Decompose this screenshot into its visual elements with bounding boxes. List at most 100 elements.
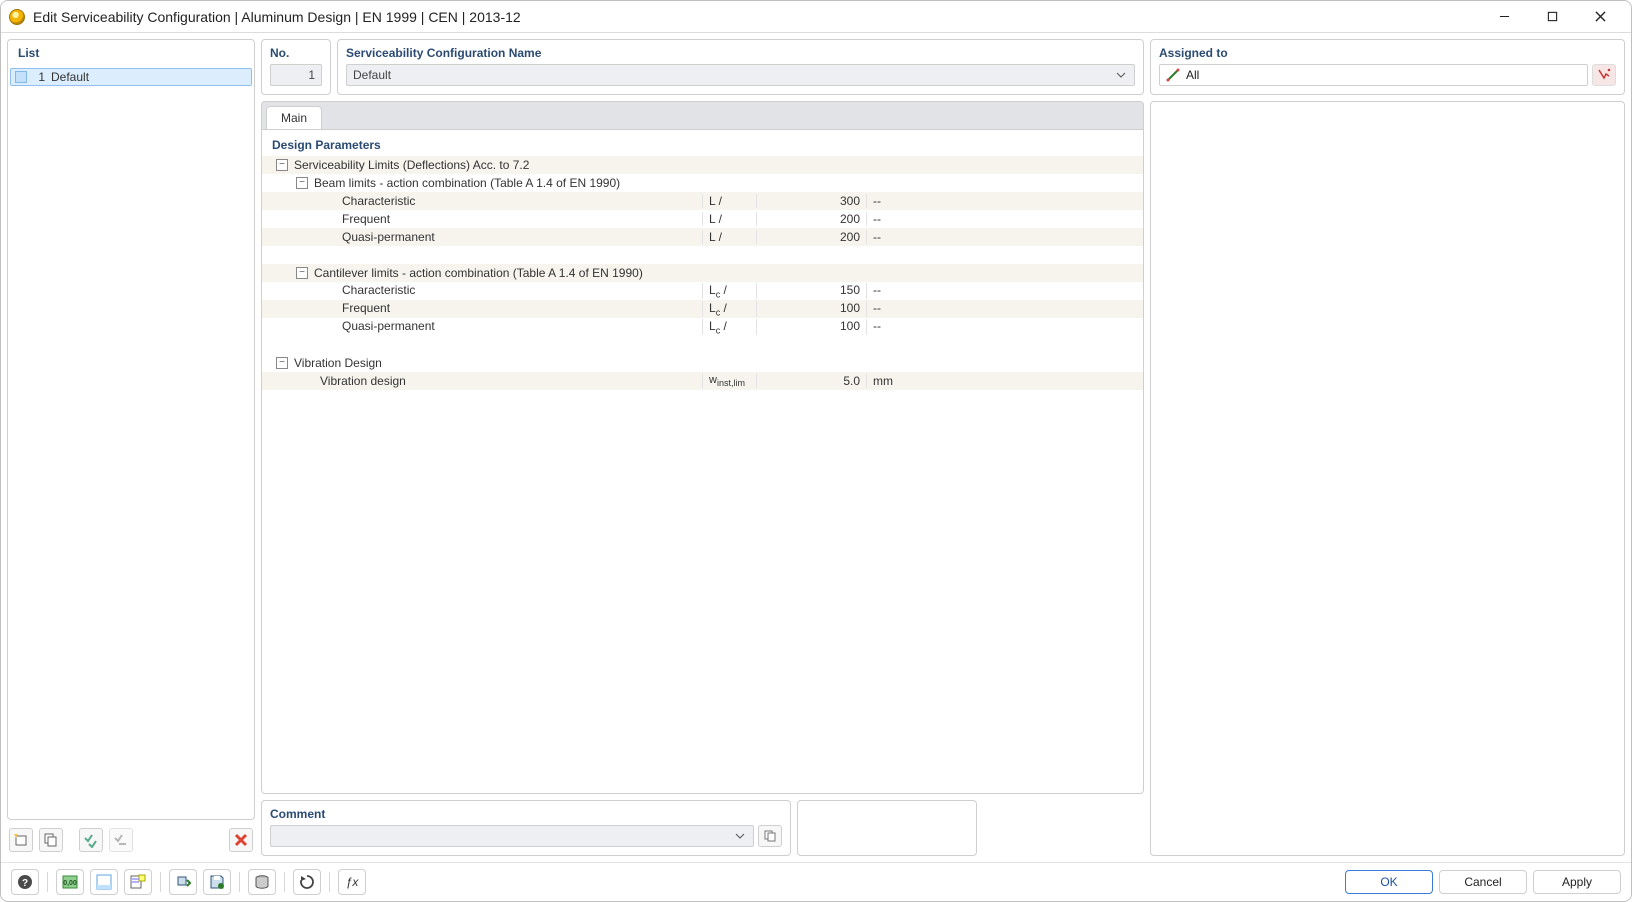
param-name: Frequent <box>262 301 702 317</box>
config-icon <box>15 71 27 83</box>
param-value[interactable]: 100 <box>756 319 866 335</box>
assigned-to-field[interactable]: All <box>1159 64 1588 86</box>
name-field-box: Serviceability Configuration Name Defaul… <box>337 39 1144 95</box>
chevron-down-icon <box>1114 70 1128 80</box>
param-name: Vibration design <box>262 374 702 388</box>
param-symbol: winst,lim <box>702 374 756 388</box>
new-config-button[interactable] <box>9 828 33 852</box>
param-value[interactable]: 200 <box>756 212 866 226</box>
pick-assigned-button[interactable] <box>1592 64 1616 86</box>
param-name: Characteristic <box>262 194 702 208</box>
formula-button[interactable]: ƒx <box>338 869 366 895</box>
app-icon <box>9 9 25 25</box>
param-symbol: Lc / <box>702 319 756 335</box>
param-unit: -- <box>866 212 906 226</box>
table-row[interactable]: FrequentL /200-- <box>262 210 1143 228</box>
assigned-to-label: Assigned to <box>1159 46 1616 60</box>
param-unit: -- <box>866 230 906 244</box>
param-unit: -- <box>866 283 906 299</box>
param-name: Frequent <box>262 212 702 226</box>
tree-label: Cantilever limits - action combination (… <box>314 266 754 280</box>
param-value[interactable]: 5.0 <box>756 374 866 388</box>
list-panel-title: List <box>8 40 254 66</box>
bottom-toolbar: ? 0,00 ƒx OK Cancel Apply <box>1 862 1631 901</box>
number-label: No. <box>270 46 322 60</box>
close-button[interactable] <box>1577 2 1623 32</box>
list-item-label: Default <box>51 70 89 84</box>
database-button[interactable] <box>248 869 276 895</box>
assigned-to-box: Assigned to All <box>1150 39 1625 95</box>
minimize-button[interactable] <box>1481 2 1527 32</box>
param-value[interactable]: 100 <box>756 301 866 317</box>
units-button[interactable]: 0,00 <box>56 869 84 895</box>
view-button[interactable] <box>90 869 118 895</box>
cancel-button[interactable]: Cancel <box>1439 870 1527 894</box>
param-symbol: L / <box>702 194 756 208</box>
check-all-button[interactable] <box>79 828 103 852</box>
load-default-button[interactable] <box>169 869 197 895</box>
tree-label: Vibration Design <box>294 356 734 370</box>
svg-text:0,00: 0,00 <box>63 880 77 887</box>
number-field-box: No. 1 <box>261 39 331 95</box>
config-list[interactable]: 1 Default <box>8 66 254 819</box>
tree-node-cantilever-limits[interactable]: − Cantilever limits - action combination… <box>262 264 1143 282</box>
table-row[interactable]: CharacteristicLc /150-- <box>262 282 1143 300</box>
collapse-icon[interactable]: − <box>296 267 308 279</box>
number-field[interactable]: 1 <box>270 64 322 86</box>
help-button[interactable]: ? <box>11 869 39 895</box>
param-unit: mm <box>866 374 906 388</box>
collapse-icon[interactable]: − <box>276 159 288 171</box>
tree-label: Beam limits - action combination (Table … <box>314 176 754 190</box>
assigned-to-value: All <box>1186 68 1199 82</box>
copy-config-button[interactable] <box>39 828 63 852</box>
side-panel <box>1150 101 1625 856</box>
param-value[interactable]: 200 <box>756 230 866 244</box>
chevron-down-icon <box>733 831 747 841</box>
param-symbol: L / <box>702 212 756 226</box>
save-default-button[interactable] <box>203 869 231 895</box>
list-item-number: 1 <box>33 70 45 84</box>
number-value: 1 <box>308 68 315 82</box>
collapse-icon[interactable]: − <box>276 357 288 369</box>
comment-combo[interactable] <box>270 825 754 847</box>
members-icon <box>1166 68 1180 82</box>
uncheck-all-button[interactable] <box>109 828 133 852</box>
table-row[interactable]: Quasi-permanentL /200-- <box>262 228 1143 246</box>
window-title: Edit Serviceability Configuration | Alum… <box>33 9 1481 25</box>
tree-node-beam-limits[interactable]: − Beam limits - action combination (Tabl… <box>262 174 1143 192</box>
param-symbol: L / <box>702 230 756 244</box>
name-label: Serviceability Configuration Name <box>346 46 1135 60</box>
window: Edit Serviceability Configuration | Alum… <box>0 0 1632 902</box>
preview-box <box>797 800 977 856</box>
list-item[interactable]: 1 Default <box>10 68 252 86</box>
display-button[interactable] <box>124 869 152 895</box>
name-combo[interactable]: Default <box>346 64 1135 86</box>
table-row[interactable]: Quasi-permanentLc /100-- <box>262 318 1143 336</box>
apply-button[interactable]: Apply <box>1533 870 1621 894</box>
name-value: Default <box>353 68 1114 82</box>
param-value[interactable]: 300 <box>756 194 866 208</box>
maximize-button[interactable] <box>1529 2 1575 32</box>
reset-button[interactable] <box>293 869 321 895</box>
table-row[interactable]: CharacteristicL /300-- <box>262 192 1143 210</box>
param-value[interactable]: 150 <box>756 283 866 299</box>
table-row[interactable]: Vibration designwinst,lim5.0mm <box>262 372 1143 390</box>
svg-text:ƒx: ƒx <box>346 875 360 889</box>
param-name: Quasi-permanent <box>262 319 702 335</box>
table-row[interactable]: FrequentLc /100-- <box>262 300 1143 318</box>
design-parameters-tree[interactable]: − Serviceability Limits (Deflections) Ac… <box>262 156 1143 390</box>
delete-config-button[interactable] <box>229 828 253 852</box>
titlebar: Edit Serviceability Configuration | Alum… <box>1 1 1631 33</box>
tree-node-serviceability[interactable]: − Serviceability Limits (Deflections) Ac… <box>262 156 1143 174</box>
tab-main[interactable]: Main <box>266 106 322 129</box>
ok-button[interactable]: OK <box>1345 870 1433 894</box>
tree-node-vibration[interactable]: − Vibration Design <box>262 354 1143 372</box>
param-unit: -- <box>866 301 906 317</box>
param-unit: -- <box>866 194 906 208</box>
list-toolbar <box>7 824 255 856</box>
tree-label: Serviceability Limits (Deflections) Acc.… <box>294 158 734 172</box>
param-symbol: Lc / <box>702 283 756 299</box>
comment-copy-button[interactable] <box>758 825 782 847</box>
param-symbol: Lc / <box>702 301 756 317</box>
collapse-icon[interactable]: − <box>296 177 308 189</box>
